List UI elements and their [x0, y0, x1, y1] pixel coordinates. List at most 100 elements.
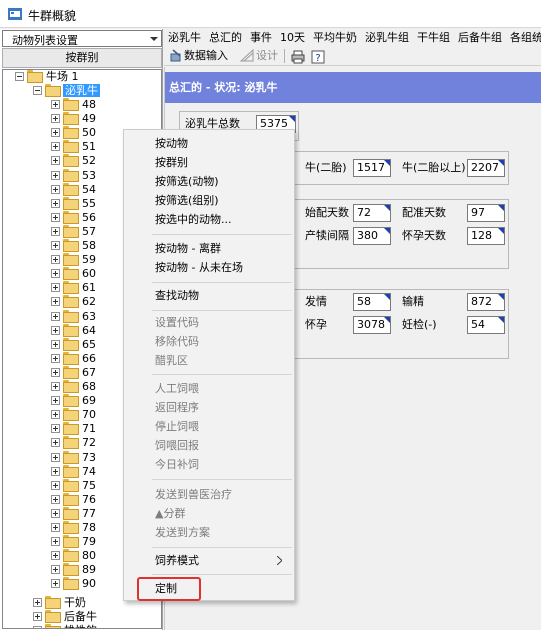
expand-icon[interactable]	[33, 598, 42, 607]
tree-node-group[interactable]: 59	[51, 253, 97, 267]
tree-node-group[interactable]: 53	[51, 168, 97, 183]
menu-tab-dry-groups[interactable]: 干牛组	[413, 29, 454, 46]
tree-node-group[interactable]: 49	[51, 112, 97, 126]
tree-node-group[interactable]: 65	[51, 337, 97, 352]
expand-icon[interactable]	[33, 626, 42, 628]
tree-node-group[interactable]: 57	[51, 224, 97, 239]
tree-node-category[interactable]: 干奶	[33, 596, 87, 610]
pregnant-value[interactable]: 3078	[353, 316, 391, 334]
menu-tab-heifer-groups[interactable]: 后备牛组	[454, 29, 506, 46]
menu-item-filter-animal[interactable]: 按筛选(动物)	[124, 172, 294, 191]
chevron-down-icon[interactable]	[148, 32, 160, 45]
tree-node-group[interactable]: 79	[51, 535, 97, 549]
expand-icon[interactable]	[51, 269, 60, 279]
tree-node-group[interactable]: 90	[51, 577, 97, 591]
animal-list-settings-dropdown[interactable]: 动物列表设置	[2, 30, 162, 47]
open-days-value[interactable]: 97	[467, 204, 505, 222]
expand-icon[interactable]	[51, 325, 60, 335]
tree-node-group[interactable]: 74	[51, 464, 97, 479]
expand-icon[interactable]	[51, 508, 60, 518]
tree-node-group[interactable]: 55	[51, 196, 97, 211]
data-input-button[interactable]: 数据输入	[170, 48, 228, 64]
menu-tab-group-stats[interactable]: 各组统计	[506, 29, 541, 46]
tree-node-group[interactable]: 77	[51, 506, 97, 521]
tree-node-category[interactable]: 雄性的	[33, 624, 98, 628]
design-button[interactable]: 设计	[239, 48, 278, 64]
expand-icon[interactable]	[51, 367, 60, 377]
expand-icon[interactable]	[51, 128, 60, 138]
expand-icon[interactable]	[51, 114, 60, 124]
expand-icon[interactable]	[51, 424, 60, 434]
menu-item-selected-animals[interactable]: 按选中的动物...	[124, 210, 294, 229]
expand-icon[interactable]	[51, 170, 60, 180]
expand-icon[interactable]	[51, 184, 60, 194]
expand-icon[interactable]	[51, 382, 60, 391]
tree-node-group[interactable]: 51	[51, 140, 97, 154]
expand-icon[interactable]	[51, 452, 60, 462]
print-icon[interactable]	[291, 49, 305, 65]
expand-icon[interactable]	[51, 226, 60, 236]
tree-node-group[interactable]: 71	[51, 422, 97, 436]
menu-item-by-group[interactable]: 按群别	[124, 153, 294, 172]
menu-tab-lactating-groups[interactable]: 泌乳牛组	[361, 29, 413, 46]
menu-tab-events[interactable]: 事件	[246, 29, 276, 46]
menu-item-by-animal[interactable]: 按动物	[124, 134, 294, 153]
expand-icon[interactable]	[51, 100, 60, 109]
tree-node-group[interactable]: 50	[51, 126, 97, 140]
expand-icon[interactable]	[51, 339, 60, 349]
expand-icon[interactable]	[51, 198, 60, 208]
gestation-value[interactable]: 128	[467, 227, 505, 245]
collapse-icon[interactable]	[15, 72, 24, 81]
parity2-value[interactable]: 1517	[353, 159, 391, 177]
tree-node-group[interactable]: 67	[51, 365, 97, 380]
menu-item-feeding-mode[interactable]: 饲养模式	[124, 551, 294, 570]
collapse-icon[interactable]	[33, 86, 42, 95]
tree-node-group[interactable]: 48	[51, 98, 97, 112]
expand-icon[interactable]	[51, 494, 60, 504]
tree-node-group[interactable]: 89	[51, 563, 97, 577]
menu-tab-summary[interactable]: 总汇的	[205, 29, 246, 46]
expand-icon[interactable]	[51, 297, 60, 307]
group-by-button[interactable]: 按群别	[2, 48, 162, 68]
parity2plus-value[interactable]: 2207	[467, 159, 505, 177]
expand-icon[interactable]	[51, 142, 60, 152]
tree-node-category[interactable]: 后备牛	[33, 610, 98, 624]
menu-tab-lactating[interactable]: 泌乳牛	[164, 29, 205, 46]
menu-item-find-animal[interactable]: 查找动物	[124, 286, 294, 305]
tree-node-group[interactable]: 75	[51, 478, 97, 493]
expand-icon[interactable]	[51, 523, 60, 532]
expand-icon[interactable]	[51, 410, 60, 420]
tree-node-group[interactable]: 80	[51, 549, 97, 563]
tree-node-group[interactable]: 76	[51, 492, 97, 507]
expand-icon[interactable]	[51, 537, 60, 547]
tree-node-group[interactable]: 66	[51, 351, 97, 366]
tree-node-group[interactable]: 69	[51, 394, 97, 408]
expand-icon[interactable]	[51, 551, 60, 561]
tree-node-group[interactable]: 70	[51, 408, 97, 422]
expand-icon[interactable]	[51, 311, 60, 321]
pregcheck-neg-value[interactable]: 54	[467, 316, 505, 334]
help-icon[interactable]: ?	[311, 49, 325, 65]
tree-node-group[interactable]: 63	[51, 309, 97, 324]
menu-tab-10days[interactable]: 10天	[276, 29, 309, 46]
expand-icon[interactable]	[51, 396, 60, 406]
heat-value[interactable]: 58	[353, 293, 391, 311]
expand-icon[interactable]	[51, 353, 60, 363]
tree-node-group[interactable]: 72	[51, 436, 97, 450]
expand-icon[interactable]	[51, 466, 60, 476]
expand-icon[interactable]	[33, 612, 42, 621]
calving-interval-value[interactable]: 380	[353, 227, 391, 245]
tree-node-group[interactable]: 61	[51, 281, 97, 295]
expand-icon[interactable]	[51, 579, 60, 589]
expand-icon[interactable]	[51, 438, 60, 448]
tree-node-group[interactable]: 64	[51, 323, 97, 338]
tree-node-group[interactable]: 54	[51, 182, 97, 197]
tree-node-group[interactable]: 56	[51, 210, 97, 225]
tree-node-group[interactable]: 52	[51, 154, 97, 168]
expand-icon[interactable]	[51, 255, 60, 265]
menu-tab-avg-milk[interactable]: 平均牛奶	[309, 29, 361, 46]
menu-item-animal-left[interactable]: 按动物 - 离群	[124, 239, 294, 258]
expand-icon[interactable]	[51, 283, 60, 293]
tree-node-lactating[interactable]: 泌乳牛	[33, 83, 101, 98]
tree-node-farm[interactable]: 牛场 1	[15, 70, 80, 84]
